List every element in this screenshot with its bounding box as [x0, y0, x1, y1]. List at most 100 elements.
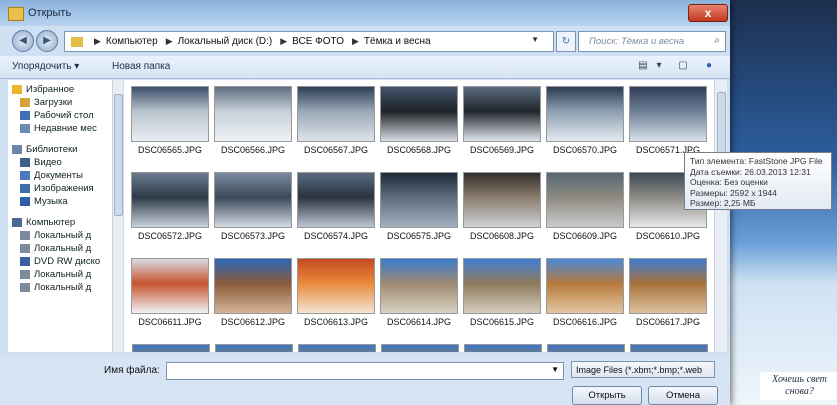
close-button[interactable]: x	[688, 4, 728, 22]
thumbnail-image[interactable]	[464, 344, 542, 352]
chevron-down-icon[interactable]: ▼	[551, 365, 559, 374]
sidebar-item[interactable]: Локальный д	[20, 243, 91, 254]
open-button[interactable]: Открыть	[572, 386, 642, 405]
thumbnail-image	[131, 258, 209, 314]
thumbnail-image[interactable]	[381, 344, 459, 352]
file-thumbnail[interactable]: DSC06608.JPG	[462, 172, 542, 241]
filetype-value: Image Files (*.xbm;*.bmp;*.web	[576, 365, 703, 375]
file-name: DSC06616.JPG	[552, 317, 618, 327]
cancel-button[interactable]: Отмена	[648, 386, 718, 405]
address-row: ◀ ▶ ▶ Компьютер ▶ Локальный диск (D:) ▶ …	[0, 28, 730, 54]
file-thumbnail[interactable]: DSC06617.JPG	[628, 258, 708, 327]
sidebar-item-label: Избранное	[26, 84, 75, 95]
sidebar-item[interactable]: Компьютер	[12, 217, 76, 228]
file-name: DSC06608.JPG	[469, 231, 535, 241]
file-thumbnail[interactable]: DSC06614.JPG	[379, 258, 459, 327]
search-icon: ⌕	[714, 35, 720, 46]
thumbnail-image[interactable]	[630, 344, 708, 352]
desktop-icon	[20, 111, 30, 120]
file-thumbnail[interactable]: DSC06616.JPG	[545, 258, 625, 327]
scroll-thumb[interactable]	[114, 94, 123, 216]
new-folder-button[interactable]: Новая папка	[112, 61, 170, 72]
refresh-button[interactable]: ↻	[556, 31, 576, 52]
sidebar-item[interactable]: DVD RW диско	[20, 256, 101, 267]
thumbnail-image[interactable]	[215, 344, 293, 352]
sidebar-item[interactable]: Локальный д	[20, 269, 91, 280]
breadcrumb-computer[interactable]: Компьютер	[106, 36, 158, 47]
sidebar-item-label: Документы	[34, 170, 83, 181]
filename-input[interactable]: ▼	[166, 362, 564, 380]
sidebar-item[interactable]: Документы	[20, 170, 83, 181]
file-thumbnail[interactable]: DSC06574.JPG	[296, 172, 376, 241]
file-thumbnail[interactable]: DSC06575.JPG	[379, 172, 459, 241]
file-name: DSC06617.JPG	[635, 317, 701, 327]
sidebar-item[interactable]: Изображения	[20, 183, 94, 194]
file-thumbnail[interactable]: DSC06571.JPG	[628, 86, 708, 155]
address-dropdown-icon[interactable]: ▼	[531, 35, 539, 44]
preview-pane-icon[interactable]: ▢	[676, 60, 690, 73]
window-title: Открыть	[28, 7, 72, 19]
sidebar-item-label: Компьютер	[26, 217, 76, 228]
search-input[interactable]: Поиск: Тёмка и весна ⌕	[578, 31, 726, 52]
thumbnail-image	[380, 172, 458, 228]
music-icon	[20, 197, 30, 206]
file-list-scrollbar[interactable]	[714, 80, 727, 352]
sidebar-item-label: Недавние мес	[34, 123, 97, 134]
sidebar-item[interactable]: Локальный д	[20, 230, 92, 241]
back-button[interactable]: ◀	[12, 30, 34, 52]
file-thumbnail[interactable]: DSC06566.JPG	[213, 86, 293, 155]
sidebar-item[interactable]: Локальный д	[20, 282, 91, 293]
help-icon[interactable]: ●	[702, 60, 716, 73]
thumbnail-image[interactable]	[547, 344, 625, 352]
file-thumbnail[interactable]: DSC06568.JPG	[379, 86, 459, 155]
thumbnail-image	[463, 172, 541, 228]
file-thumbnail[interactable]: DSC06615.JPG	[462, 258, 542, 327]
breadcrumb-all-photos[interactable]: ВСЕ ФОТО	[292, 36, 344, 47]
breadcrumb-drive[interactable]: Локальный диск (D:)	[178, 36, 273, 47]
sidebar-item[interactable]: Музыка	[20, 196, 68, 207]
address-bar[interactable]: ▶ Компьютер ▶ Локальный диск (D:) ▶ ВСЕ …	[64, 31, 554, 52]
chevron-right-icon: ▶	[280, 36, 288, 46]
file-thumbnail[interactable]: DSC06570.JPG	[545, 86, 625, 155]
sidebar-item-label: Загрузки	[34, 97, 73, 108]
sidebar-item[interactable]: Недавние мес	[20, 123, 97, 134]
thumbnail-image[interactable]	[132, 344, 210, 352]
view-options-icon[interactable]: ▤	[636, 60, 650, 73]
forward-button[interactable]: ▶	[36, 30, 58, 52]
file-thumbnail[interactable]: DSC06612.JPG	[213, 258, 293, 327]
file-name: DSC06610.JPG	[635, 231, 701, 241]
navigation-scrollbar[interactable]	[112, 80, 123, 352]
file-tooltip: Тип элемента: FastStone JPG File Дата съ…	[684, 152, 832, 210]
folder-icon	[71, 36, 83, 47]
filetype-select[interactable]: Image Files (*.xbm;*.bmp;*.web	[571, 361, 715, 378]
sidebar-item-label: DVD RW диско	[34, 256, 101, 267]
sidebar-item-label: Локальный д	[34, 230, 92, 241]
file-name: DSC06612.JPG	[220, 317, 286, 327]
sidebar-item[interactable]: Рабочий стол	[20, 110, 94, 121]
pictures-icon	[20, 184, 30, 193]
drive-icon	[20, 244, 30, 253]
file-thumbnail[interactable]: DSC06573.JPG	[213, 172, 293, 241]
file-thumbnail[interactable]: DSC06609.JPG	[545, 172, 625, 241]
sidebar-item[interactable]: Загрузки	[20, 97, 73, 108]
file-thumbnail[interactable]: DSC06569.JPG	[462, 86, 542, 155]
navigation-pane: Избранное Загрузки Рабочий стол Недавние ме…	[8, 80, 112, 352]
sidebar-item-label: Рабочий стол	[34, 110, 94, 121]
file-thumbnail[interactable]: DSC06567.JPG	[296, 86, 376, 155]
recent-places-icon	[20, 124, 30, 133]
file-name: DSC06570.JPG	[552, 145, 618, 155]
sidebar-item[interactable]: Видео	[20, 157, 62, 168]
thumbnail-image	[546, 258, 624, 314]
breadcrumb-current-folder[interactable]: Тёмка и весна	[364, 36, 431, 47]
organize-button[interactable]: Упорядочить ▾	[12, 61, 79, 72]
file-thumbnail[interactable]: DSC06565.JPG	[130, 86, 210, 155]
sidebar-item[interactable]: Библиотеки	[12, 144, 77, 155]
thumbnail-image	[131, 86, 209, 142]
sidebar-item[interactable]: Избранное	[12, 84, 75, 95]
view-dropdown-icon[interactable]: ▾	[652, 60, 666, 73]
file-thumbnail[interactable]: DSC06613.JPG	[296, 258, 376, 327]
file-thumbnail[interactable]: DSC06572.JPG	[130, 172, 210, 241]
thumbnail-image[interactable]	[298, 344, 376, 352]
file-thumbnail[interactable]: DSC06611.JPG	[130, 258, 210, 327]
computer-icon	[12, 218, 22, 227]
